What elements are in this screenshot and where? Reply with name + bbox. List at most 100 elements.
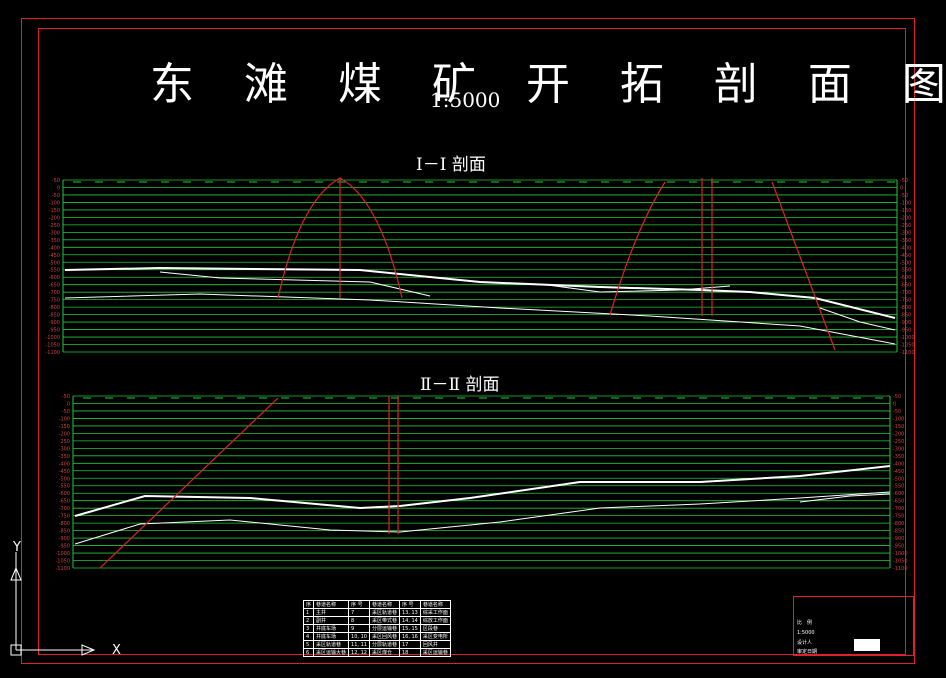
section1-tick-label-left: -50 <box>52 178 60 184</box>
section1-tick-label-right: -1100 <box>900 350 915 356</box>
section1-tick-label-right: -750 <box>900 298 911 304</box>
section1-tick-label-right: -700 <box>900 290 911 296</box>
section1-tick-label-right: -1000 <box>900 335 915 341</box>
section2-tick-label-left: -600 <box>59 491 70 497</box>
section2-tick-label-left: 0 <box>67 401 70 407</box>
section1-tick-label-left: -650 <box>49 283 60 289</box>
section1-tick-label-right: -300 <box>900 230 911 236</box>
section2-tick-label-right: -850 <box>893 529 904 535</box>
seam-upper <box>64 266 896 319</box>
section2-tick-label-left: -850 <box>59 529 70 535</box>
section1-tick-label-right: -1050 <box>900 343 915 349</box>
section2-tick-label-left: -700 <box>59 506 70 512</box>
seam-lower <box>74 491 891 545</box>
section2-tick-label-left: -200 <box>59 431 70 437</box>
section1-tick-label-left: -850 <box>49 313 60 319</box>
legend-row: 2 副井 8 采区带式巷 14, 14 综放工作面 <box>302 616 451 625</box>
section2-tick-label-right: -100 <box>893 416 904 422</box>
section-plots: -50 -500 0-50 -50-100 -100-150 -150-200 -200-2… <box>45 177 915 572</box>
section1-tick-label-right: -200 <box>900 215 911 221</box>
legend-header: 序巷道名称 序 号巷道名称 序 号巷道名称 <box>302 600 451 609</box>
titleblock-designer: 设计人 <box>797 640 813 646</box>
section2-tick-label-right: -150 <box>893 424 904 430</box>
boundary-right <box>609 181 666 316</box>
section1-tick-label-left: -500 <box>49 260 60 266</box>
roadway-legend: 序巷道名称 序 号巷道名称 序 号巷道名称 1 主井 7 采区轨道巷 13, 13 综采… <box>302 600 451 657</box>
section2-tick-label-right: -450 <box>893 469 904 475</box>
boundary-diag <box>99 397 279 569</box>
section1-tick-label-right: -850 <box>900 313 911 319</box>
titleblock-date: 审定日期 <box>797 649 818 655</box>
section1-tick-label-left: -800 <box>49 305 60 311</box>
section1-tick-label-left: -400 <box>49 245 60 251</box>
section2-tick-label-left: -100 <box>59 416 70 422</box>
legend-row: 1 主井 7 采区轨道巷 13, 13 综采工作面 <box>302 608 451 617</box>
section2-tick-label-left: -750 <box>59 514 70 520</box>
section1-tick-label-left: -150 <box>49 208 60 214</box>
section1-tick-label-right: -50 <box>900 178 908 184</box>
section2-tick-label-right: 0 <box>893 401 896 407</box>
section1-tick-label-right: -600 <box>900 275 911 281</box>
section2-tick-label-right: -1100 <box>893 566 908 572</box>
section1-tick-label-right: -800 <box>900 305 911 311</box>
section1-tick-label-left: -450 <box>49 253 60 259</box>
section2-tick-label-right: -200 <box>893 431 904 437</box>
section1-tick-label-right: -550 <box>900 268 911 274</box>
section1-tick-label-right: -950 <box>900 328 911 334</box>
section2-tick-label-right: -550 <box>893 484 904 490</box>
section1-tick-label-left: -900 <box>49 320 60 326</box>
section2-tick-label-left: -650 <box>59 499 70 505</box>
section1-tick-label-left: -1100 <box>45 350 60 356</box>
section1-tick-label-left: -100 <box>49 200 60 206</box>
section1-tick-label-left: -550 <box>49 268 60 274</box>
section1-tick-label-left: -300 <box>49 230 60 236</box>
seam-lower <box>64 293 896 345</box>
section2-tick-label-left: -800 <box>59 521 70 527</box>
legend-row: 5 采区轨道巷 11, 11 分层轨道巷 17 回风井 <box>302 640 451 649</box>
legend-row: 3 井底车场 9 分层运输巷 15, 15 区段巷 <box>302 624 451 633</box>
section2-tick-label-right: -700 <box>893 506 904 512</box>
section2-tick-label-right: -800 <box>893 521 904 527</box>
title-block: 比 例 1:5000 设计人 审定日期 <box>793 596 914 656</box>
section2-tick-label-left: -400 <box>59 461 70 467</box>
section2-tick-label-right: -1050 <box>893 559 908 565</box>
section2-tick-label-right: -950 <box>893 544 904 550</box>
ucs-y-label: Y <box>13 540 21 555</box>
section2-tick-label-right: -600 <box>893 491 904 497</box>
titleblock-header: 比 例 <box>797 620 813 626</box>
section2-tick-label-left: -350 <box>59 454 70 460</box>
section2-tick-label-right: -300 <box>893 446 904 452</box>
section2-tick-label-right: -50 <box>893 394 901 400</box>
section1-tick-label-right: -450 <box>900 253 911 259</box>
section2-plot: -50 -500 0-50 -50-100 -100-150 -150-200 -200-2… <box>55 394 907 572</box>
section1-tick-label-left: -700 <box>49 290 60 296</box>
section2-tick-label-right: -900 <box>893 536 904 542</box>
titleblock-scale: 1:5000 <box>797 630 815 636</box>
section2-tick-label-left: -500 <box>59 476 70 482</box>
section1-plot: -50 -500 0-50 -50-100 -100-150 -150-200 -200-2… <box>45 178 914 356</box>
section1-tick-label-left: -50 <box>52 193 60 199</box>
section1-tick-label-right: -350 <box>900 238 911 244</box>
section1-strata <box>64 266 896 345</box>
section2-strata <box>74 465 891 545</box>
section1-tick-label-right: -650 <box>900 283 911 289</box>
section2-tick-label-left: -250 <box>59 439 70 445</box>
section1-tick-label-right: -400 <box>900 245 911 251</box>
section1-tick-label-left: -750 <box>49 298 60 304</box>
roadway-3 <box>819 307 896 331</box>
section1-tick-label-left: -250 <box>49 223 60 229</box>
section2-tick-label-left: -450 <box>59 469 70 475</box>
section1-tick-label-left: -350 <box>49 238 60 244</box>
section2-tick-label-right: -250 <box>893 439 904 445</box>
section2-tick-label-right: -1000 <box>893 551 908 557</box>
section2-tick-label-right: -650 <box>893 499 904 505</box>
section1-tick-label-left: -200 <box>49 215 60 221</box>
section1-tick-label-left: -1000 <box>45 335 60 341</box>
section2-tick-label-right: -750 <box>893 514 904 520</box>
section1-shafts <box>277 177 836 351</box>
section1-tick-label-right: -500 <box>900 260 911 266</box>
ucs-icon <box>10 552 96 656</box>
section1-tick-label-left: -600 <box>49 275 60 281</box>
section1-tick-label-right: -900 <box>900 320 911 326</box>
section1-tick-label-left: 0 <box>57 185 60 191</box>
